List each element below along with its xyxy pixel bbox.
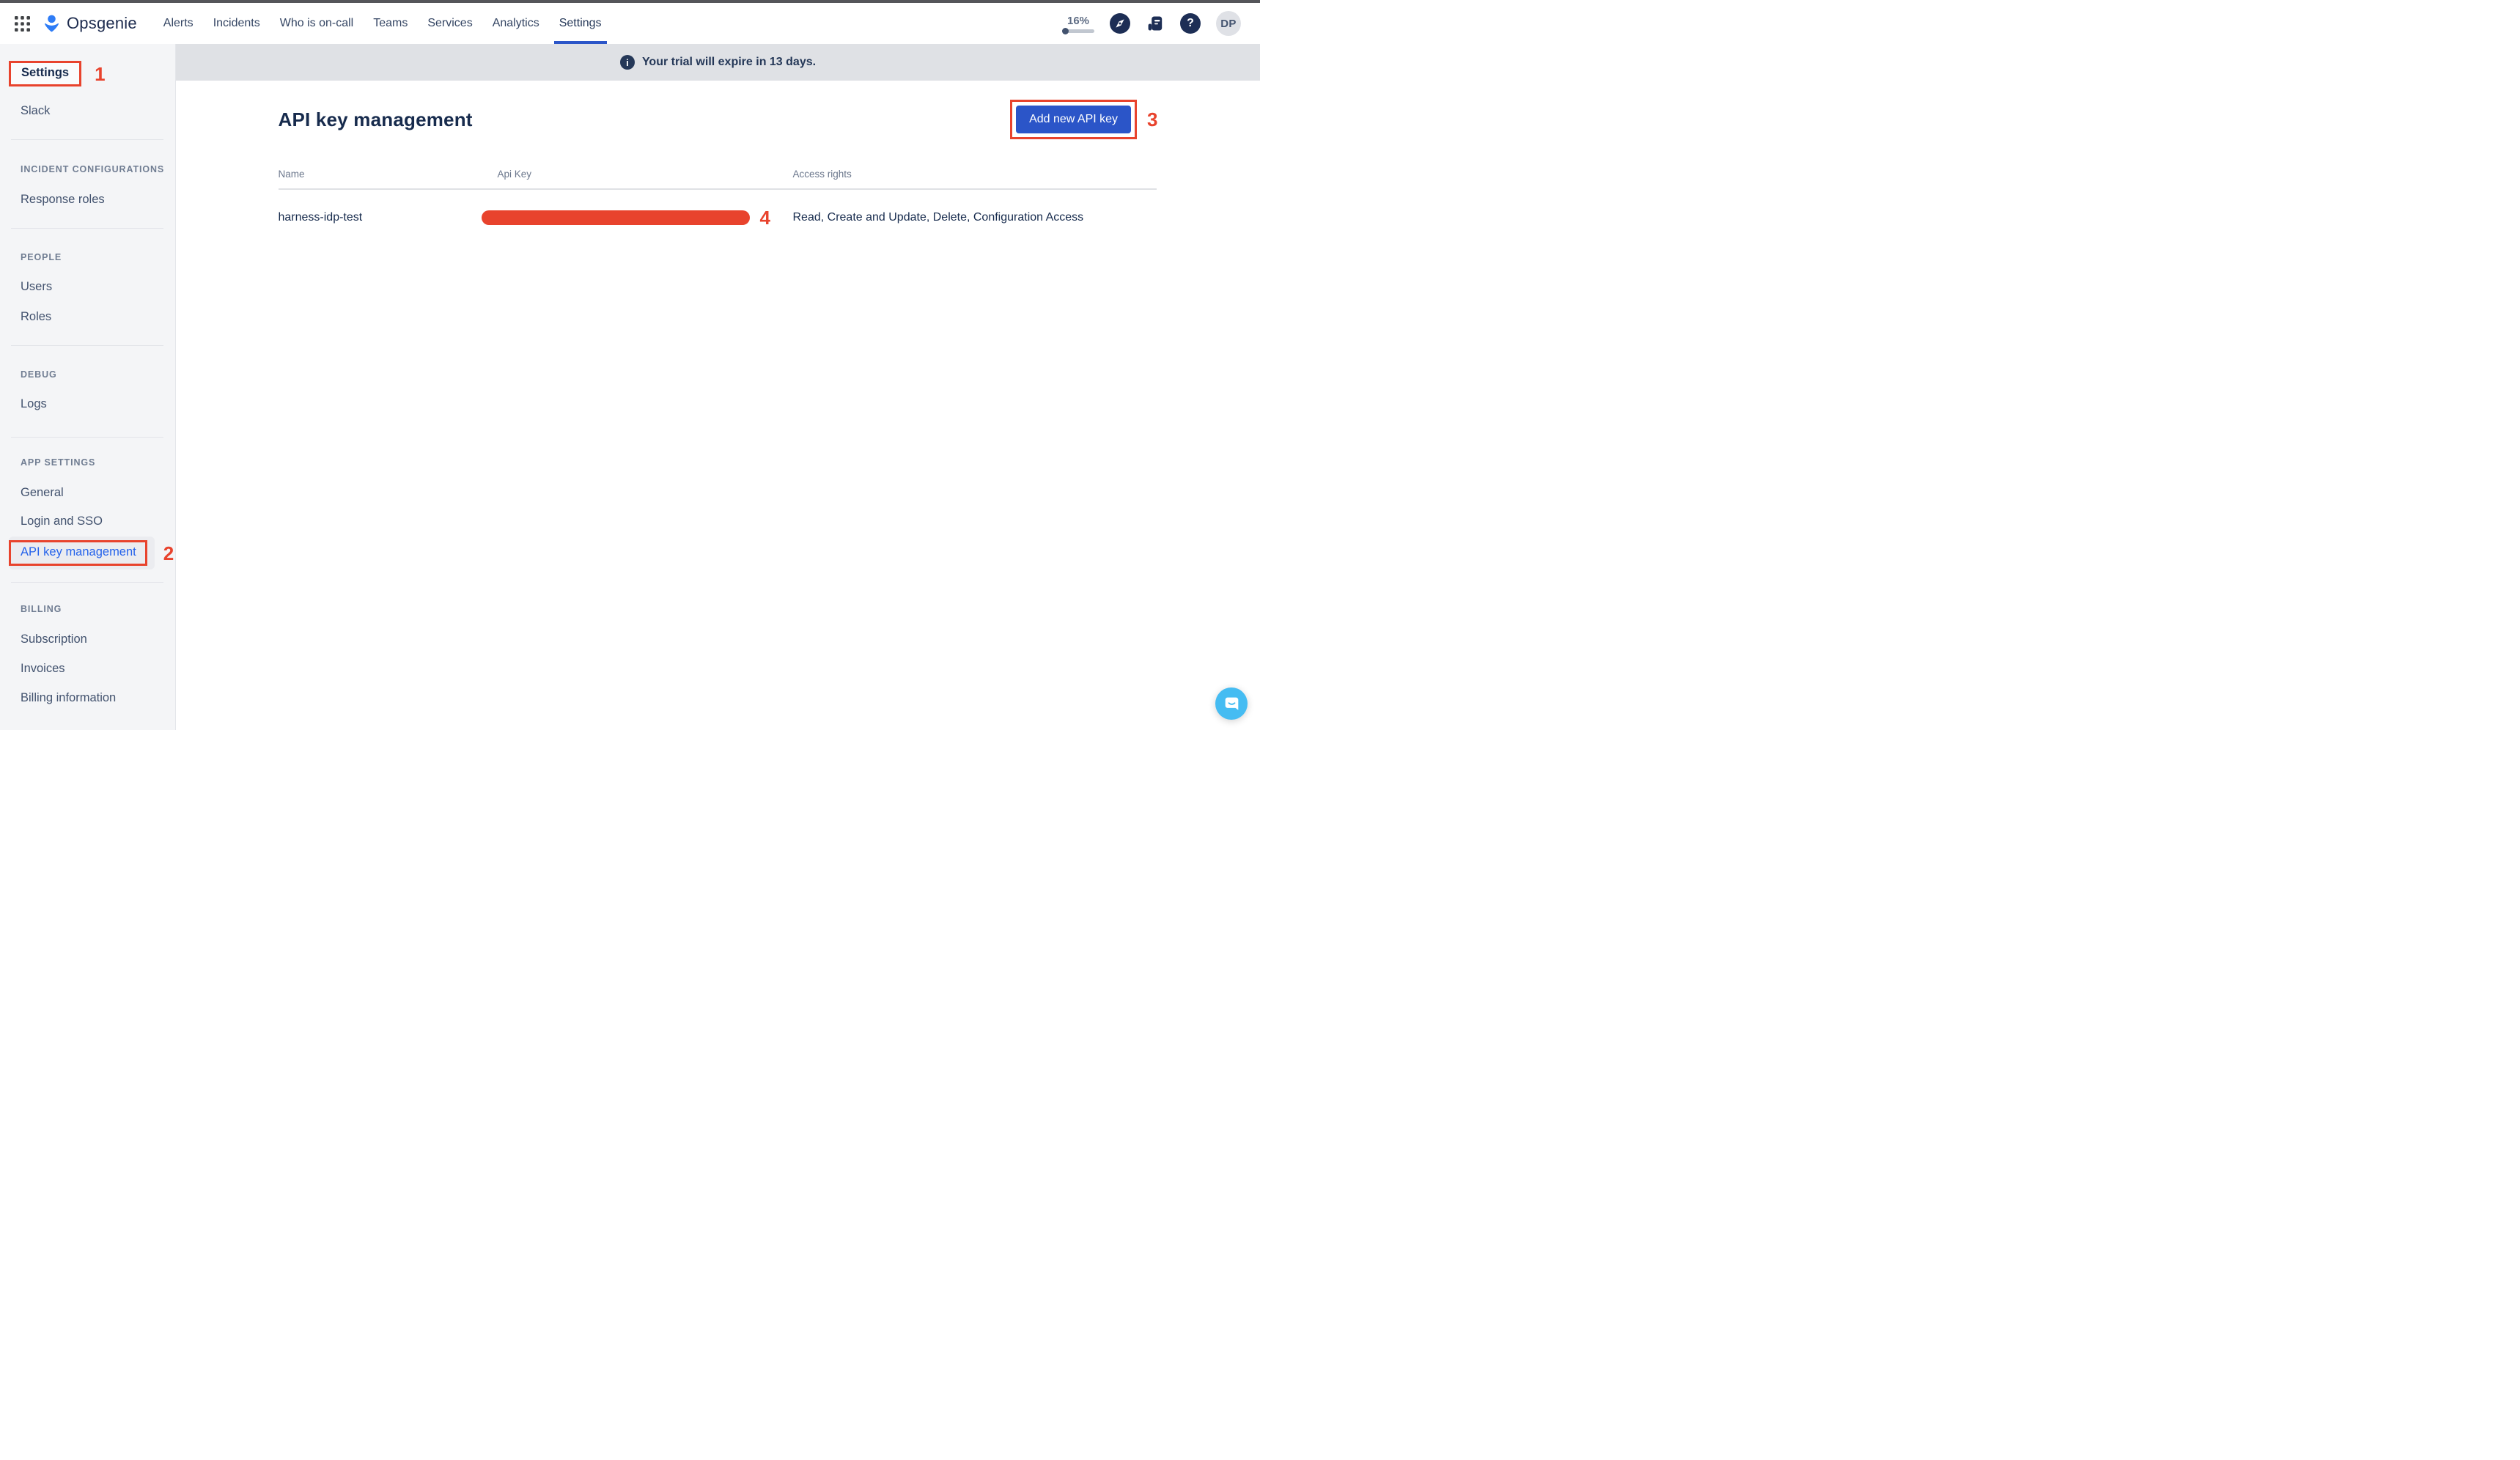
nav-settings[interactable]: Settings — [559, 3, 602, 44]
sidebar-section-billing: BILLING — [21, 604, 62, 614]
opsgenie-person-icon — [42, 14, 62, 34]
sidebar-divider — [11, 139, 163, 140]
sidebar-item-login-and-sso[interactable]: Login and SSO — [21, 515, 103, 528]
trial-percent-label: 16% — [1067, 15, 1089, 27]
main-content: i Your trial will expire in 13 days. API… — [176, 44, 1260, 730]
nav-analytics[interactable]: Analytics — [493, 3, 539, 44]
trial-banner-text: Your trial will expire in 13 days. — [642, 56, 816, 69]
trial-progress-meter[interactable]: 16% — [1062, 15, 1094, 33]
info-icon: i — [620, 55, 635, 70]
sidebar-item-general[interactable]: General — [21, 486, 64, 500]
settings-sidebar: Settings 1 Slack INCIDENT CONFIGURATIONS… — [0, 44, 176, 730]
user-avatar[interactable]: DP — [1216, 11, 1241, 36]
app-switcher-icon[interactable] — [15, 16, 30, 32]
page-title: API key management — [279, 108, 473, 131]
sidebar-section-app-settings: APP SETTINGS — [21, 457, 95, 468]
annotation-add-api-key: Add new API key 3 — [1010, 100, 1157, 139]
nav-who-is-on-call[interactable]: Who is on-call — [280, 3, 353, 44]
sidebar-divider — [11, 582, 163, 583]
primary-nav: Alerts Incidents Who is on-call Teams Se… — [163, 3, 602, 44]
opsgenie-logo[interactable]: Opsgenie — [42, 14, 137, 34]
api-key-access-rights: Read, Create and Update, Delete, Configu… — [793, 211, 1157, 224]
sidebar-item-api-key-management-highlight: API key management — [9, 537, 155, 569]
sidebar-item-subscription[interactable]: Subscription — [21, 633, 87, 646]
api-key-table-header: Name Api Key Access rights — [279, 169, 1157, 190]
sidebar-section-people: PEOPLE — [21, 252, 62, 262]
annotation-number-3: 3 — [1147, 110, 1157, 129]
sidebar-item-logs[interactable]: Logs — [21, 397, 47, 411]
api-key-name: harness-idp-test — [279, 211, 498, 224]
header-right: 16% ? DP — [1062, 11, 1241, 36]
release-notes-icon[interactable] — [1146, 14, 1165, 33]
add-new-api-key-button[interactable]: Add new API key — [1016, 106, 1131, 133]
sidebar-item-invoices[interactable]: Invoices — [21, 662, 65, 676]
compass-icon[interactable] — [1110, 13, 1130, 34]
annotation-number-1: 1 — [95, 64, 105, 84]
annotation-number-2: 2 — [163, 544, 174, 563]
column-header-access-rights: Access rights — [793, 169, 1157, 180]
column-header-api-key: Api Key — [498, 169, 793, 180]
column-header-name: Name — [279, 169, 498, 180]
sidebar-divider — [11, 228, 163, 229]
api-key-table: Name Api Key Access rights harness-idp-t… — [279, 169, 1157, 227]
annotation-number-4: 4 — [760, 208, 770, 227]
nav-incidents[interactable]: Incidents — [213, 3, 260, 44]
sidebar-item-settings[interactable]: Settings — [9, 61, 81, 86]
nav-teams[interactable]: Teams — [373, 3, 408, 44]
sidebar-item-slack[interactable]: Slack — [21, 104, 50, 118]
sidebar-item-billing-information[interactable]: Billing information — [21, 691, 116, 705]
sidebar-item-roles[interactable]: Roles — [21, 310, 51, 324]
chat-bubble-icon — [1223, 696, 1240, 712]
sidebar-section-debug: DEBUG — [21, 369, 57, 380]
help-icon[interactable]: ? — [1180, 13, 1201, 34]
table-row: harness-idp-test 4 Read, Create and Upda… — [279, 190, 1157, 227]
sidebar-section-incident-configurations: INCIDENT CONFIGURATIONS — [21, 164, 164, 174]
sidebar-item-api-key-management[interactable]: API key management — [9, 540, 147, 566]
sidebar-item-response-roles[interactable]: Response roles — [21, 193, 105, 207]
nav-alerts[interactable]: Alerts — [163, 3, 194, 44]
add-api-key-annotation-box: Add new API key — [1010, 100, 1137, 139]
annotation-settings: Settings 1 — [9, 61, 106, 86]
sidebar-item-users[interactable]: Users — [21, 280, 52, 294]
product-name: Opsgenie — [67, 14, 137, 33]
trial-progress-bar — [1062, 29, 1094, 33]
app-header: Opsgenie Alerts Incidents Who is on-call… — [0, 3, 1260, 44]
api-key-redaction-bar — [482, 210, 750, 225]
chat-launcher-button[interactable] — [1215, 687, 1248, 720]
sidebar-divider — [11, 437, 163, 438]
sidebar-divider — [11, 345, 163, 346]
trial-banner: i Your trial will expire in 13 days. — [176, 44, 1260, 81]
annotation-api-key-management: API key management 2 — [9, 537, 174, 569]
nav-services[interactable]: Services — [427, 3, 472, 44]
